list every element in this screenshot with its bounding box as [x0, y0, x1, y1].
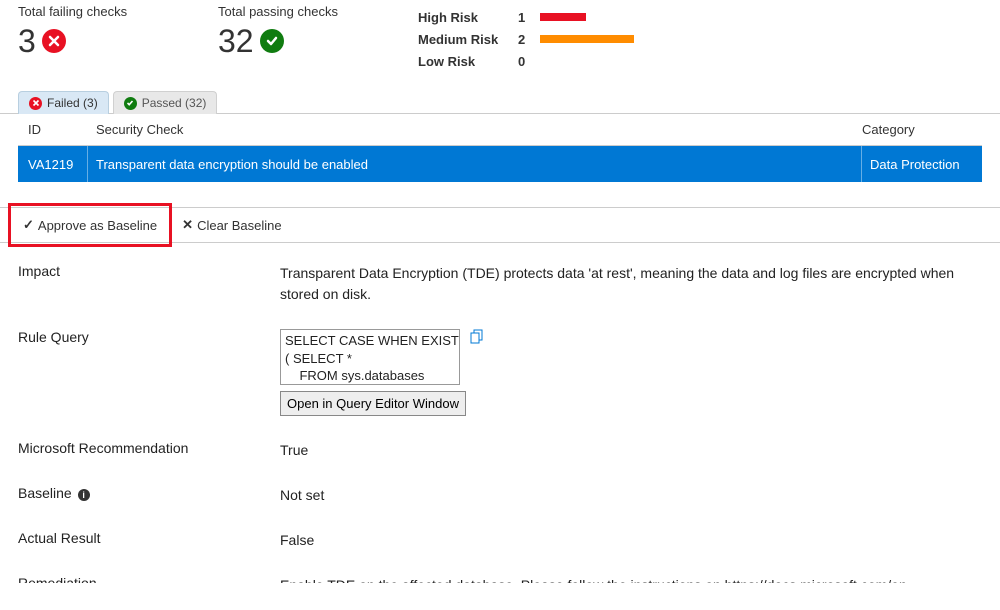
- msrec-value: True: [280, 440, 1000, 461]
- info-icon[interactable]: i: [78, 489, 90, 501]
- rule-query-textarea[interactable]: SELECT CASE WHEN EXISTS ( SELECT * FROM …: [280, 329, 460, 385]
- failing-block: Total failing checks 3: [18, 4, 178, 57]
- high-risk-label: High Risk: [418, 10, 508, 25]
- medium-risk-bar: [540, 35, 634, 43]
- remediation-label: Remediation: [18, 575, 280, 583]
- impact-label: Impact: [18, 263, 280, 305]
- msrec-label: Microsoft Recommendation: [18, 440, 280, 461]
- passing-count: 32: [218, 25, 254, 57]
- medium-risk-count: 2: [518, 32, 530, 47]
- table-row[interactable]: VA1219 Transparent data encryption shoul…: [18, 146, 982, 182]
- passing-block: Total passing checks 32: [218, 4, 378, 57]
- remediation-value: Enable TDE on the affected database. Ple…: [280, 575, 1000, 583]
- copy-icon[interactable]: [470, 329, 484, 345]
- col-category[interactable]: Category: [862, 122, 982, 137]
- table-header: ID Security Check Category: [18, 114, 982, 146]
- check-icon: [23, 217, 34, 233]
- fail-icon-small: [29, 97, 42, 110]
- impact-value: Transparent Data Encryption (TDE) protec…: [280, 263, 1000, 305]
- approve-as-baseline-button[interactable]: Approve as Baseline: [8, 203, 172, 247]
- pass-icon: [260, 29, 284, 53]
- close-icon: [182, 217, 193, 233]
- row-category: Data Protection: [862, 157, 982, 172]
- pass-icon-small: [124, 97, 137, 110]
- high-risk-bar: [540, 13, 586, 21]
- action-bar: Approve as Baseline Clear Baseline: [0, 207, 1000, 243]
- actual-result-value: False: [280, 530, 1000, 551]
- medium-risk-label: Medium Risk: [418, 32, 508, 47]
- tab-passed[interactable]: Passed (32): [113, 91, 218, 114]
- low-risk-count: 0: [518, 54, 530, 69]
- baseline-label: Baseline i: [18, 485, 280, 506]
- risk-block: High Risk 1 Medium Risk 2 Low Risk 0: [418, 4, 634, 72]
- row-id: VA1219: [18, 146, 88, 182]
- clear-label: Clear Baseline: [197, 218, 282, 233]
- tab-passed-label: Passed (32): [142, 96, 207, 110]
- passing-label: Total passing checks: [218, 4, 378, 19]
- col-check[interactable]: Security Check: [88, 122, 862, 137]
- low-risk-label: Low Risk: [418, 54, 508, 69]
- details-pane[interactable]: Impact Transparent Data Encryption (TDE)…: [0, 243, 1000, 583]
- open-query-editor-button[interactable]: Open in Query Editor Window: [280, 391, 466, 416]
- tabs: Failed (3) Passed (32): [0, 72, 1000, 114]
- approve-label: Approve as Baseline: [38, 218, 157, 233]
- rule-query-label: Rule Query: [18, 329, 280, 416]
- baseline-label-text: Baseline: [18, 485, 72, 501]
- summary-bar: Total failing checks 3 Total passing che…: [0, 0, 1000, 72]
- baseline-value: Not set: [280, 485, 1000, 506]
- actual-result-label: Actual Result: [18, 530, 280, 551]
- tab-failed[interactable]: Failed (3): [18, 91, 109, 114]
- tab-failed-label: Failed (3): [47, 96, 98, 110]
- fail-icon: [42, 29, 66, 53]
- col-id[interactable]: ID: [18, 122, 88, 137]
- clear-baseline-button[interactable]: Clear Baseline: [172, 217, 291, 233]
- row-check: Transparent data encryption should be en…: [88, 146, 862, 182]
- high-risk-count: 1: [518, 10, 530, 25]
- failing-count: 3: [18, 25, 36, 57]
- failing-label: Total failing checks: [18, 4, 178, 19]
